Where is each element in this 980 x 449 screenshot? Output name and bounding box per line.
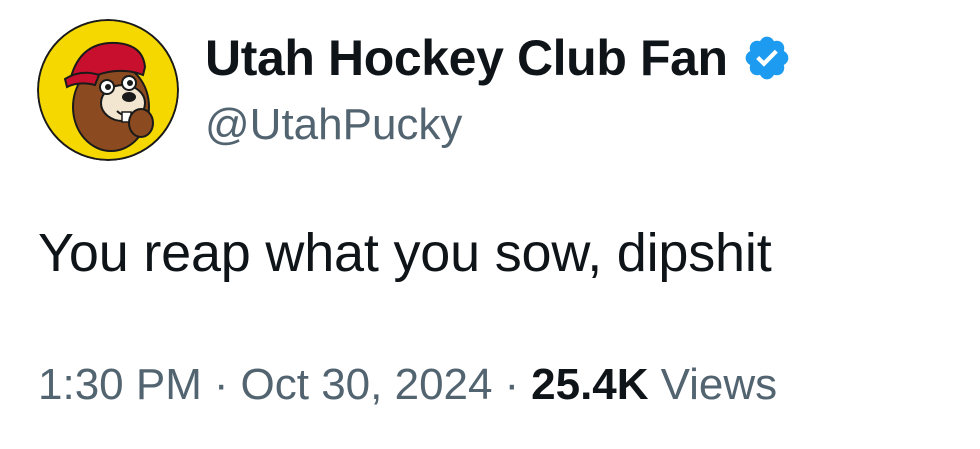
verified-badge-icon[interactable] xyxy=(742,33,792,83)
tweet-card: Utah Hockey Club Fan @UtahPucky You reap… xyxy=(0,0,980,449)
meta-separator: · xyxy=(504,360,520,409)
meta-separator: · xyxy=(213,360,229,409)
views-label: Views xyxy=(660,360,778,409)
tweet-time[interactable]: 1:30 PM xyxy=(38,360,202,409)
tweet-meta: 1:30 PM · Oct 30, 2024 · 25.4K Views xyxy=(38,360,777,410)
author-display-name[interactable]: Utah Hockey Club Fan xyxy=(205,29,728,87)
author-handle[interactable]: @UtahPucky xyxy=(205,100,462,150)
author-name-row: Utah Hockey Club Fan xyxy=(205,30,792,86)
tweet-text: You reap what you sow, dipshit xyxy=(38,223,772,283)
tweet-date[interactable]: Oct 30, 2024 xyxy=(241,360,493,409)
beaver-mascot-avatar-icon xyxy=(37,19,179,161)
views-count[interactable]: 25.4K xyxy=(531,360,648,409)
author-avatar[interactable] xyxy=(37,19,179,161)
